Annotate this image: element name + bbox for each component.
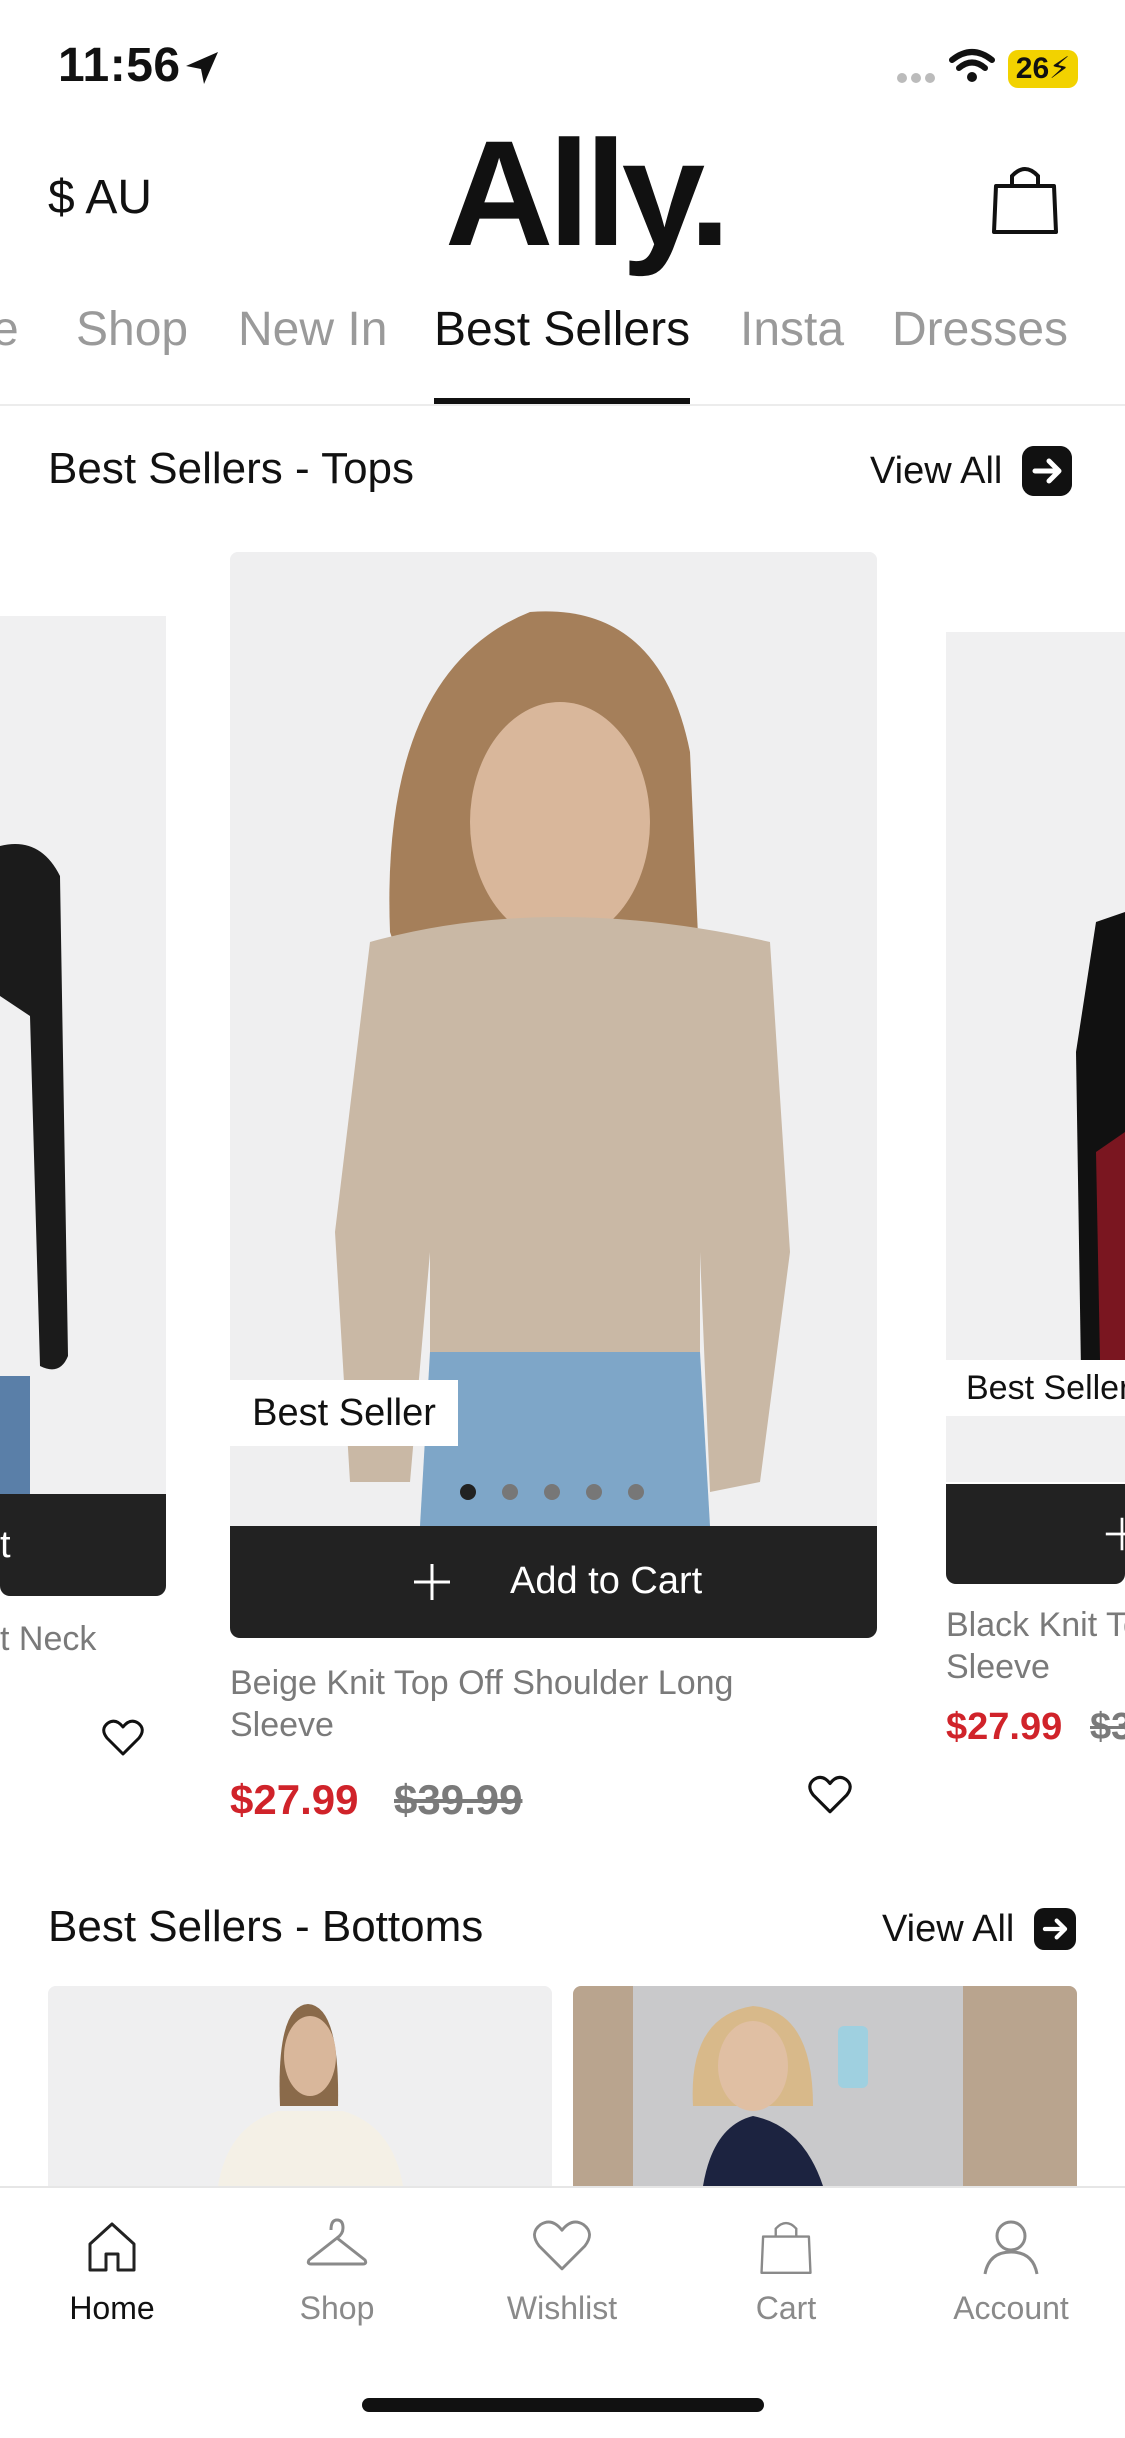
add-to-cart-button-left[interactable]: t	[0, 1494, 166, 1596]
nav-home[interactable]: Home	[27, 2216, 197, 2327]
original-price-center: $39.99	[394, 1776, 523, 1823]
user-icon	[983, 2220, 1039, 2275]
nav-shop[interactable]: Shop	[252, 2216, 422, 2327]
nav-account-label: Account	[953, 2290, 1069, 2326]
shopping-bag-icon[interactable]	[990, 160, 1060, 236]
pagination-dot-1[interactable]	[460, 1484, 476, 1500]
tab-shop[interactable]: Shop	[76, 300, 188, 360]
currency-selector[interactable]: $ AU	[48, 170, 152, 225]
section-title-tops: Best Sellers - Tops	[48, 444, 415, 493]
pagination-dot-4[interactable]	[586, 1484, 602, 1500]
image-pagination-dots[interactable]	[460, 1484, 660, 1504]
product-image-left[interactable]	[0, 616, 166, 1496]
sale-price-right: $27.99	[946, 1706, 1063, 1748]
battery-indicator: 26⚡	[1008, 50, 1078, 88]
view-all-bottoms-link[interactable]: View All	[882, 1908, 1014, 1951]
divider	[0, 404, 1125, 406]
plus-icon	[1105, 1517, 1125, 1551]
location-arrow-icon	[186, 52, 218, 84]
tab-insta[interactable]: Insta	[740, 300, 844, 360]
nav-wishlist-label: Wishlist	[506, 2290, 618, 2326]
nav-cart[interactable]: Cart	[701, 2216, 871, 2327]
nav-account[interactable]: Account	[926, 2216, 1096, 2327]
tab-dresses[interactable]: Dresses	[892, 300, 1068, 360]
hanger-icon	[306, 2218, 368, 2266]
pagination-dot-3[interactable]	[544, 1484, 560, 1500]
product-title-right[interactable]: Black Knit To Sleeve	[946, 1604, 1125, 1688]
signal-dots-icon	[897, 73, 935, 83]
add-to-cart-button-center[interactable]: Add to Cart	[230, 1526, 877, 1638]
home-icon	[88, 2222, 136, 2272]
brand-logo: Ally.	[445, 109, 731, 277]
pagination-dot-2[interactable]	[502, 1484, 518, 1500]
plus-icon	[414, 1564, 450, 1600]
tab-new-in[interactable]: New In	[238, 300, 387, 360]
add-to-cart-label: Add to Cart	[510, 1560, 703, 1602]
product-image-bottoms-1[interactable]	[48, 1986, 552, 2186]
nav-shop-label: Shop	[299, 2290, 375, 2326]
product-title-center[interactable]: Beige Knit Top Off Shoulder Long Sleeve	[230, 1662, 830, 1746]
original-price-right: $3	[1090, 1706, 1125, 1748]
nav-home-label: Home	[69, 2290, 155, 2326]
sale-price-center: $27.99	[230, 1776, 359, 1823]
arrow-right-icon[interactable]	[1034, 1908, 1076, 1950]
product-photo-white-shirt	[48, 1986, 552, 2186]
tab-partial[interactable]: e	[0, 300, 19, 360]
category-tabs: e Shop New In Best Sellers Insta Dresses	[0, 300, 1125, 404]
product-image-bottoms-2[interactable]	[573, 1986, 1077, 2186]
home-indicator	[362, 2398, 764, 2412]
nav-cart-label: Cart	[755, 2290, 817, 2326]
add-to-cart-label-left: t	[0, 1524, 11, 1566]
best-seller-badge-center: Best Seller	[230, 1380, 458, 1446]
tab-best-sellers[interactable]: Best Sellers	[434, 300, 690, 360]
heart-icon[interactable]	[808, 1774, 852, 1816]
status-time: 11:56	[58, 39, 181, 92]
nav-wishlist[interactable]: Wishlist	[477, 2216, 647, 2327]
product-image-right[interactable]	[946, 632, 1125, 1482]
view-all-tops-link[interactable]: View All	[870, 450, 1002, 493]
add-to-cart-button-right[interactable]	[946, 1484, 1125, 1584]
product-photo-hoodie	[573, 1986, 1077, 2186]
heart-icon	[533, 2220, 591, 2271]
best-seller-badge-right: Best Seller	[946, 1360, 1125, 1416]
arrow-right-icon[interactable]	[1022, 446, 1072, 496]
pagination-dot-5[interactable]	[628, 1484, 644, 1500]
battery-level: 26	[1015, 52, 1050, 85]
product-photo-black-top	[0, 616, 166, 1496]
shopping-bag-icon	[760, 2221, 812, 2275]
product-title-left[interactable]: t Neck	[0, 1618, 96, 1660]
heart-icon[interactable]	[102, 1718, 144, 1758]
product-photo-black-knit	[946, 632, 1125, 1482]
wifi-icon	[949, 49, 995, 82]
section-title-bottoms: Best Sellers - Bottoms	[48, 1902, 484, 1951]
